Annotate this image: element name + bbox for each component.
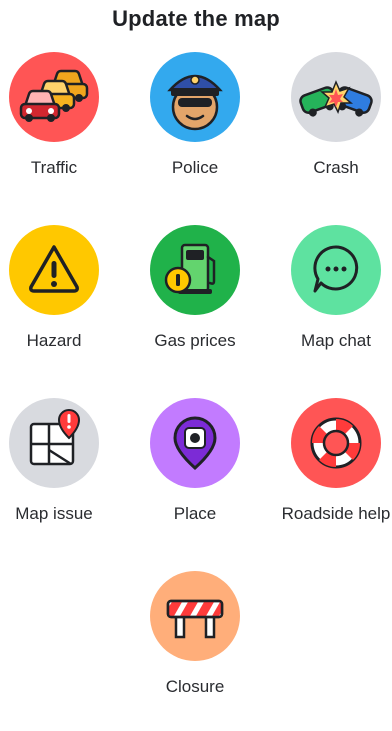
traffic-cars-icon — [9, 52, 99, 142]
tile-map-chat[interactable]: Map chat — [271, 225, 392, 385]
tile-gas-prices[interactable]: Gas prices — [130, 225, 260, 385]
page-title: Update the map — [112, 6, 280, 31]
road-closure-barrier-icon — [150, 571, 240, 661]
gas-pump-icon — [150, 225, 240, 315]
tile-label: Crash — [313, 158, 359, 177]
map-issue-icon — [9, 398, 99, 488]
tile-closure[interactable]: Closure — [130, 571, 260, 731]
tile-roadside-help[interactable]: Roadside help — [271, 398, 392, 558]
tile-label: Gas prices — [154, 331, 236, 350]
crash-icon — [291, 52, 381, 142]
police-officer-icon — [150, 52, 240, 142]
hazard-warning-icon — [9, 225, 99, 315]
tile-label: Roadside help — [281, 504, 391, 523]
tile-label: Closure — [165, 677, 225, 696]
chat-bubble-icon — [291, 225, 381, 315]
tile-place[interactable]: Place — [130, 398, 260, 558]
tile-label: Hazard — [26, 331, 82, 350]
roadside-lifebuoy-icon — [291, 398, 381, 488]
tile-traffic[interactable]: Traffic — [0, 52, 119, 212]
tile-label: Police — [171, 158, 219, 177]
tile-label: Place — [173, 504, 217, 523]
tile-crash[interactable]: Crash — [271, 52, 392, 212]
update-map-screen: Update the map Traffic Police Crash Haza… — [0, 0, 392, 696]
tile-hazard[interactable]: Hazard — [0, 225, 119, 385]
tile-label: Map issue — [15, 504, 93, 523]
tile-police[interactable]: Police — [130, 52, 260, 212]
place-pin-icon — [150, 398, 240, 488]
tile-map-issue[interactable]: Map issue — [0, 398, 119, 558]
tile-label: Map chat — [301, 331, 371, 350]
tile-label: Traffic — [30, 158, 78, 177]
